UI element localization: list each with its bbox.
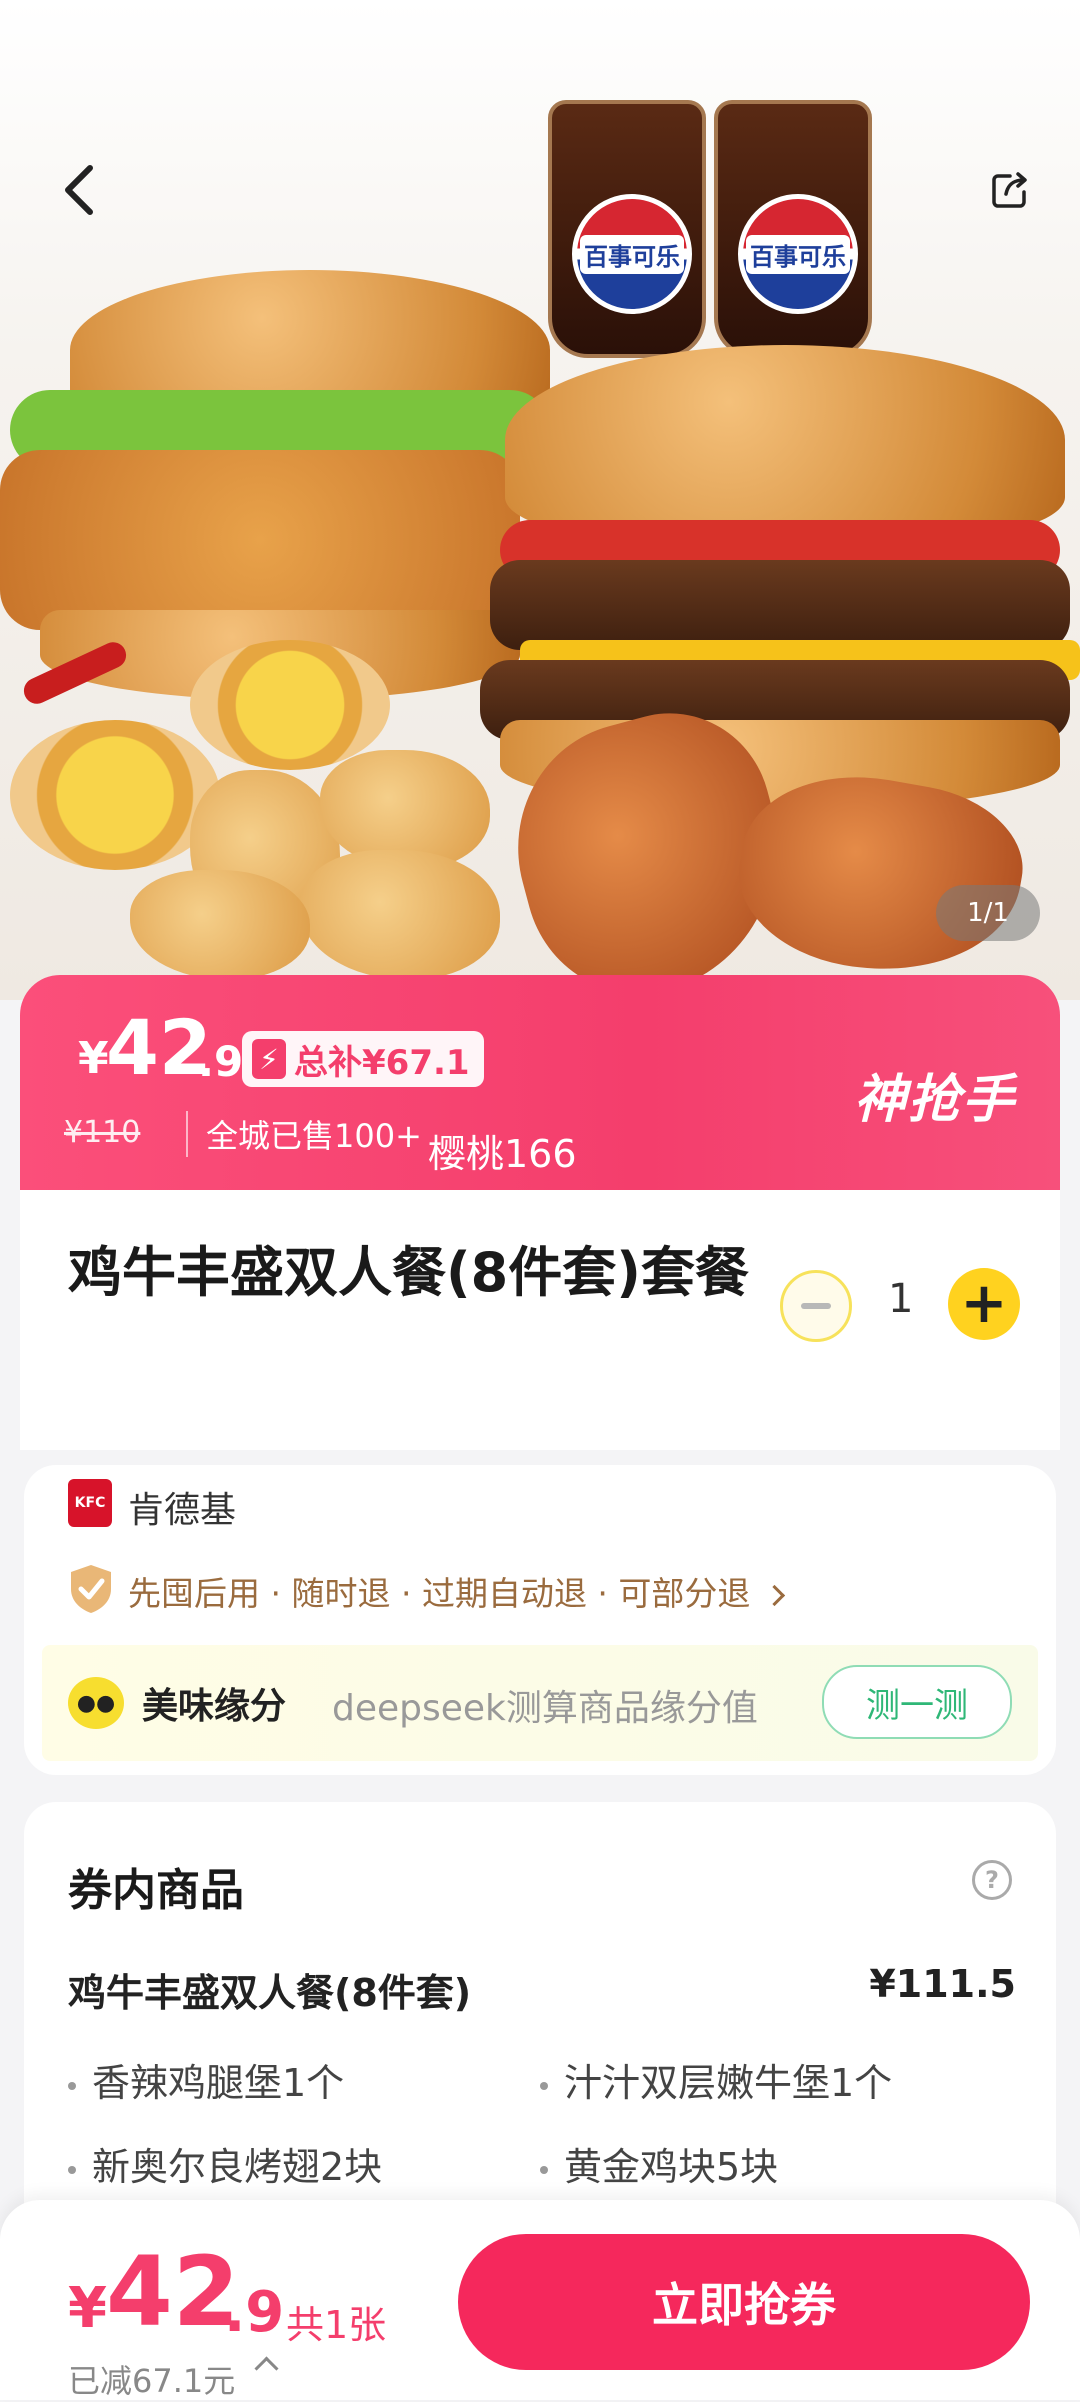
product-hero-image[interactable]: 百事可乐 百事可乐 1/1 xyxy=(0,0,1080,1000)
image-pager: 1/1 xyxy=(936,885,1040,941)
beef-burger-top-bun xyxy=(505,345,1065,535)
merchant-name[interactable]: 肯德基 xyxy=(128,1481,236,1533)
yuanfen-section: ●● 美味缘分 deepseek测算商品缘分值 测一测 xyxy=(42,1645,1038,1761)
list-item-label: 黄金鸡块5块 xyxy=(564,2145,779,2189)
product-title-card: 鸡牛丰盛双人餐(8件套)套餐 1 + xyxy=(20,1190,1060,1450)
pepsi-cup-image: 百事可乐 xyxy=(548,100,706,358)
price-currency: ¥ xyxy=(78,1033,109,1084)
product-title: 鸡牛丰盛双人餐(8件套)套餐 xyxy=(68,1241,749,1304)
yuanfen-description: deepseek测算商品缘分值 xyxy=(332,1688,758,1729)
price-decimal: .9 xyxy=(198,1037,244,1086)
yuanfen-title: 美味缘分 xyxy=(142,1686,287,1727)
price-banner: ¥ 42 .9 ⚡ 总补¥67.1 ¥110 全城已售100+ 樱桃166 神抢… xyxy=(20,975,1060,1190)
price-integer: 42 xyxy=(106,1003,212,1092)
bullet-icon xyxy=(540,2165,548,2174)
chevron-right-icon xyxy=(763,1584,786,1607)
coupon-items-title: 券内商品 xyxy=(68,1865,244,1916)
coupon-count: 共1张 xyxy=(286,2303,387,2347)
test-button[interactable]: 测一测 xyxy=(822,1665,1012,1739)
chicken-nugget xyxy=(130,870,310,980)
bullet-icon xyxy=(540,2081,548,2090)
list-item-label: 香辣鸡腿堡1个 xyxy=(92,2061,345,2105)
decrease-quantity-button[interactable] xyxy=(780,1270,852,1342)
watermark-username: 樱桃166 xyxy=(428,1132,577,1176)
brand-logo: 神抢手 xyxy=(853,1070,1016,1130)
original-price: ¥110 xyxy=(64,1115,141,1150)
combo-name: 鸡牛丰盛双人餐(8件套) xyxy=(68,1971,472,2015)
merchant-card: KFC 肯德基 先囤后用 · 随时退 · 过期自动退 · 可部分退 ●● 美味缘… xyxy=(24,1465,1056,1775)
list-item-label: 汁汁双层嫩牛堡1个 xyxy=(564,2061,893,2105)
list-item: 汁汁双层嫩牛堡1个 xyxy=(540,2052,892,2107)
list-item: 新奥尔良烤翅2块 xyxy=(68,2136,382,2191)
egg-tart xyxy=(10,720,220,870)
pepsi-logo: 百事可乐 xyxy=(572,194,692,314)
pepsi-logo-text: 百事可乐 xyxy=(746,234,850,274)
chevron-up-icon[interactable] xyxy=(254,2356,279,2381)
smiley-face-icon: ●● xyxy=(68,1677,124,1729)
bullet-icon xyxy=(68,2081,76,2090)
subsidy-label: 总补¥67.1 xyxy=(294,1042,470,1083)
combo-price: ¥111.5 xyxy=(869,1962,1016,2006)
crispy-chicken-patty xyxy=(0,450,520,630)
beef-patty xyxy=(490,560,1070,650)
help-icon[interactable]: ? xyxy=(972,1860,1012,1900)
pepsi-cup-image: 百事可乐 xyxy=(714,100,872,358)
share-button[interactable] xyxy=(980,160,1040,220)
increase-quantity-button[interactable]: + xyxy=(948,1268,1020,1340)
back-button[interactable] xyxy=(50,160,110,220)
list-item: 黄金鸡块5块 xyxy=(540,2136,778,2191)
sold-count: 全城已售100+ xyxy=(186,1111,422,1157)
grab-coupon-button[interactable]: 立即抢券 xyxy=(458,2234,1030,2370)
pepsi-logo: 百事可乐 xyxy=(738,194,858,314)
final-price-integer: 42 xyxy=(106,2236,240,2348)
quantity-value: 1 xyxy=(888,1276,914,1322)
bottom-purchase-bar: ¥ 42 .9 共1张 已减67.1元 立即抢券 xyxy=(0,2200,1080,2400)
refund-policy-text: 先囤后用 · 随时退 · 过期自动退 · 可部分退 xyxy=(128,1574,751,1613)
share-icon xyxy=(992,172,1027,208)
final-price-decimal: .9 xyxy=(224,2280,285,2345)
lightning-icon: ⚡ xyxy=(252,1039,286,1079)
kfc-logo-icon: KFC xyxy=(68,1479,112,1527)
bullet-icon xyxy=(68,2165,76,2174)
egg-tart xyxy=(190,640,390,770)
pepsi-logo-text: 百事可乐 xyxy=(580,234,684,274)
list-item: 香辣鸡腿堡1个 xyxy=(68,2052,344,2107)
list-item-label: 新奥尔良烤翅2块 xyxy=(92,2145,383,2189)
chevron-left-icon xyxy=(65,165,93,215)
subsidy-badge: ⚡ 总补¥67.1 xyxy=(242,1031,484,1087)
refund-policy-link[interactable]: 先囤后用 · 随时退 · 过期自动退 · 可部分退 xyxy=(128,1567,786,1615)
discount-detail-toggle[interactable]: 已减67.1元 xyxy=(68,2356,235,2402)
shield-check-icon xyxy=(71,1565,111,1613)
chicken-nugget xyxy=(300,850,500,980)
final-price-currency: ¥ xyxy=(68,2276,107,2341)
